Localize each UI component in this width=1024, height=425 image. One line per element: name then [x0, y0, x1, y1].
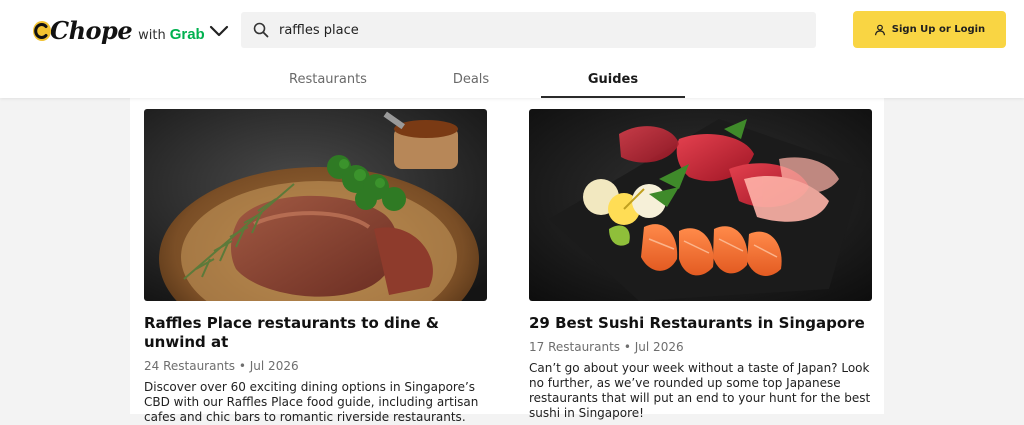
guide-title[interactable]: Raffles Place restaurants to dine & unwi… [144, 314, 487, 352]
guide-image-steak [144, 109, 487, 301]
guide-title[interactable]: 29 Best Sushi Restaurants in Singapore [529, 314, 872, 333]
guides-list: Raffles Place restaurants to dine & unwi… [130, 98, 884, 424]
search-tabs: Restaurants Deals Guides [0, 62, 1024, 98]
search-icon [253, 22, 269, 38]
sign-up-login-label: Sign Up or Login [891, 24, 986, 35]
tab-deals[interactable]: Deals [399, 62, 543, 98]
guide-meta: 17 Restaurants • Jul 2026 [529, 339, 872, 355]
guide-date: Jul 2026 [249, 359, 299, 373]
chope-logo[interactable]: Chope with Grab [32, 16, 205, 46]
tab-restaurants[interactable]: Restaurants [256, 62, 400, 98]
search-input[interactable] [279, 12, 799, 48]
guide-description: Can’t go about your week without a taste… [529, 361, 871, 420]
guide-description: Discover over 60 exciting dining options… [144, 380, 479, 424]
top-header: Chope with Grab Sign Up or Login Restaur… [0, 0, 1024, 98]
guide-card[interactable]: Raffles Place restaurants to dine & unwi… [144, 109, 487, 425]
logo-with-text: with [138, 28, 166, 43]
meta-separator: • [623, 340, 631, 354]
sign-up-login-button[interactable]: Sign Up or Login [853, 11, 1006, 48]
search-bar[interactable] [241, 12, 816, 48]
guide-image-sashimi [529, 109, 872, 301]
logo-partner-text: Grab [169, 26, 205, 43]
guide-meta: 24 Restaurants • Jul 2026 [144, 358, 487, 374]
guide-date: Jul 2026 [634, 340, 684, 354]
guide-restaurant-count: 24 Restaurants [144, 359, 236, 373]
chope-logo-icon [33, 21, 51, 41]
tab-guides[interactable]: Guides [541, 62, 685, 98]
guide-restaurant-count: 17 Restaurants [529, 340, 621, 354]
logo-wordmark: Chope [50, 16, 133, 45]
chevron-down-icon[interactable] [208, 22, 230, 40]
guide-card[interactable]: 29 Best Sushi Restaurants in Singapore 1… [529, 109, 872, 421]
user-icon [874, 24, 885, 35]
meta-separator: • [238, 359, 246, 373]
